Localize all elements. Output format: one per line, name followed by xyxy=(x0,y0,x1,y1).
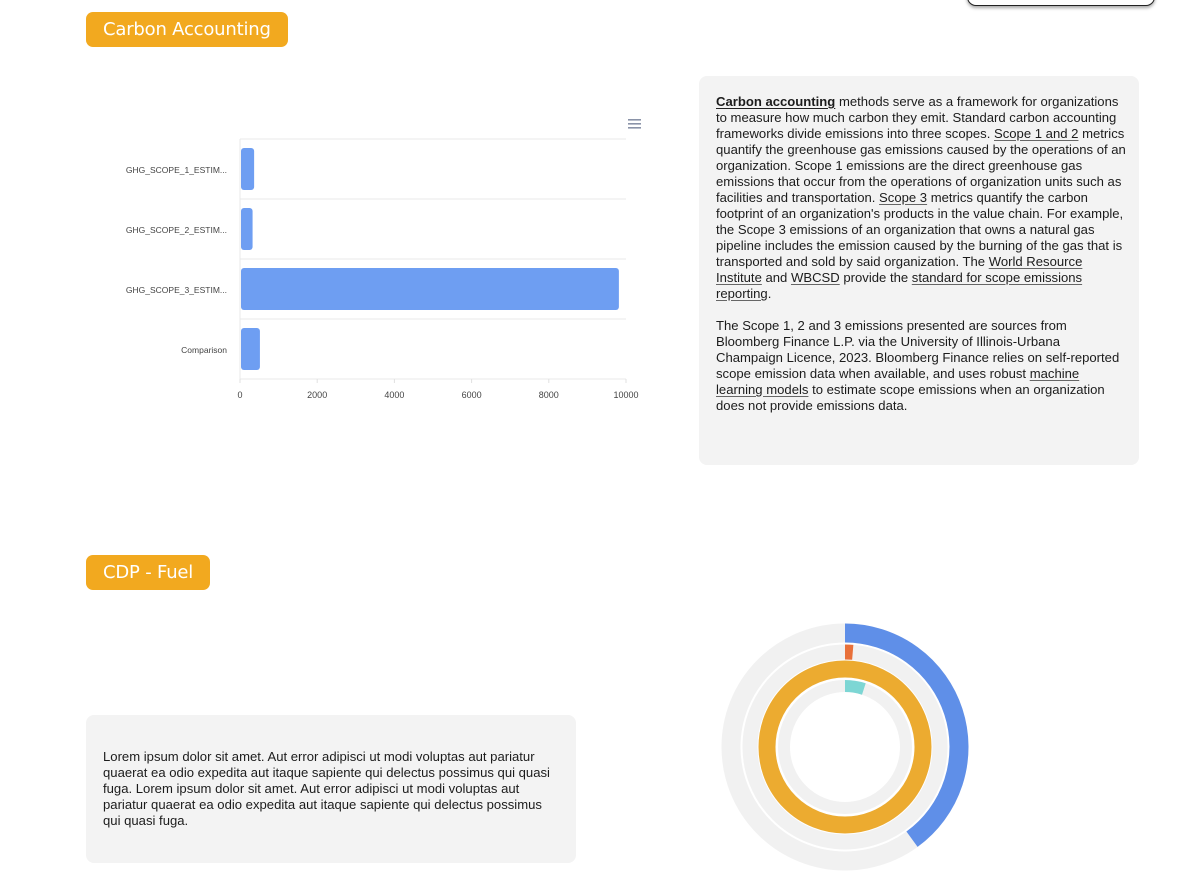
carbon-accounting-info-panel: Carbon accounting methods serve as a fra… xyxy=(699,76,1139,465)
top-right-button[interactable] xyxy=(967,0,1155,6)
info-text: . xyxy=(768,286,772,301)
bar[interactable] xyxy=(241,328,260,370)
info-link[interactable]: WBCSD xyxy=(791,270,840,285)
x-tick-label: 8000 xyxy=(539,390,559,400)
category-label: Comparison xyxy=(181,345,227,355)
x-tick-label: 2000 xyxy=(307,390,327,400)
scope-emissions-bar-chart: GHG_SCOPE_1_ESTIM... GHG_SCOPE_2_ESTIM...… xyxy=(100,100,660,430)
bar[interactable] xyxy=(241,148,254,190)
ring-track xyxy=(784,686,906,808)
x-tick-label: 10000 xyxy=(613,390,638,400)
section-badge-cdp-fuel: CDP - Fuel xyxy=(86,555,210,590)
info-text: and xyxy=(762,270,791,285)
ring-value-ring-3[interactable] xyxy=(767,669,923,825)
info-link[interactable]: Scope 3 xyxy=(879,190,927,205)
category-label: GHG_SCOPE_2_ESTIM... xyxy=(126,225,227,235)
info-link[interactable]: Scope 1 and 2 xyxy=(994,126,1078,141)
cdp-info-panel: Lorem ipsum dolor sit amet. Aut error ad… xyxy=(86,715,576,863)
carbon-info-paragraph-2: The Scope 1, 2 and 3 emissions presented… xyxy=(716,318,1126,414)
info-text: provide the xyxy=(840,270,912,285)
x-tick-label: 0 xyxy=(237,390,242,400)
info-link[interactable]: Carbon accounting xyxy=(716,94,835,109)
category-label: GHG_SCOPE_1_ESTIM... xyxy=(126,165,227,175)
section-badge-carbon-accounting: Carbon Accounting xyxy=(86,12,288,47)
x-tick-label: 6000 xyxy=(462,390,482,400)
ring-value-ring-4[interactable] xyxy=(845,686,864,689)
cdp-fuel-radial-chart xyxy=(705,605,985,886)
x-tick-label: 4000 xyxy=(384,390,404,400)
category-label: GHG_SCOPE_3_ESTIM... xyxy=(126,285,227,295)
carbon-info-paragraph-1: Carbon accounting methods serve as a fra… xyxy=(716,94,1126,302)
bar[interactable] xyxy=(241,208,253,250)
hamburger-menu-icon[interactable] xyxy=(628,119,641,129)
bar[interactable] xyxy=(241,268,619,310)
cdp-info-text: Lorem ipsum dolor sit amet. Aut error ad… xyxy=(103,749,563,829)
